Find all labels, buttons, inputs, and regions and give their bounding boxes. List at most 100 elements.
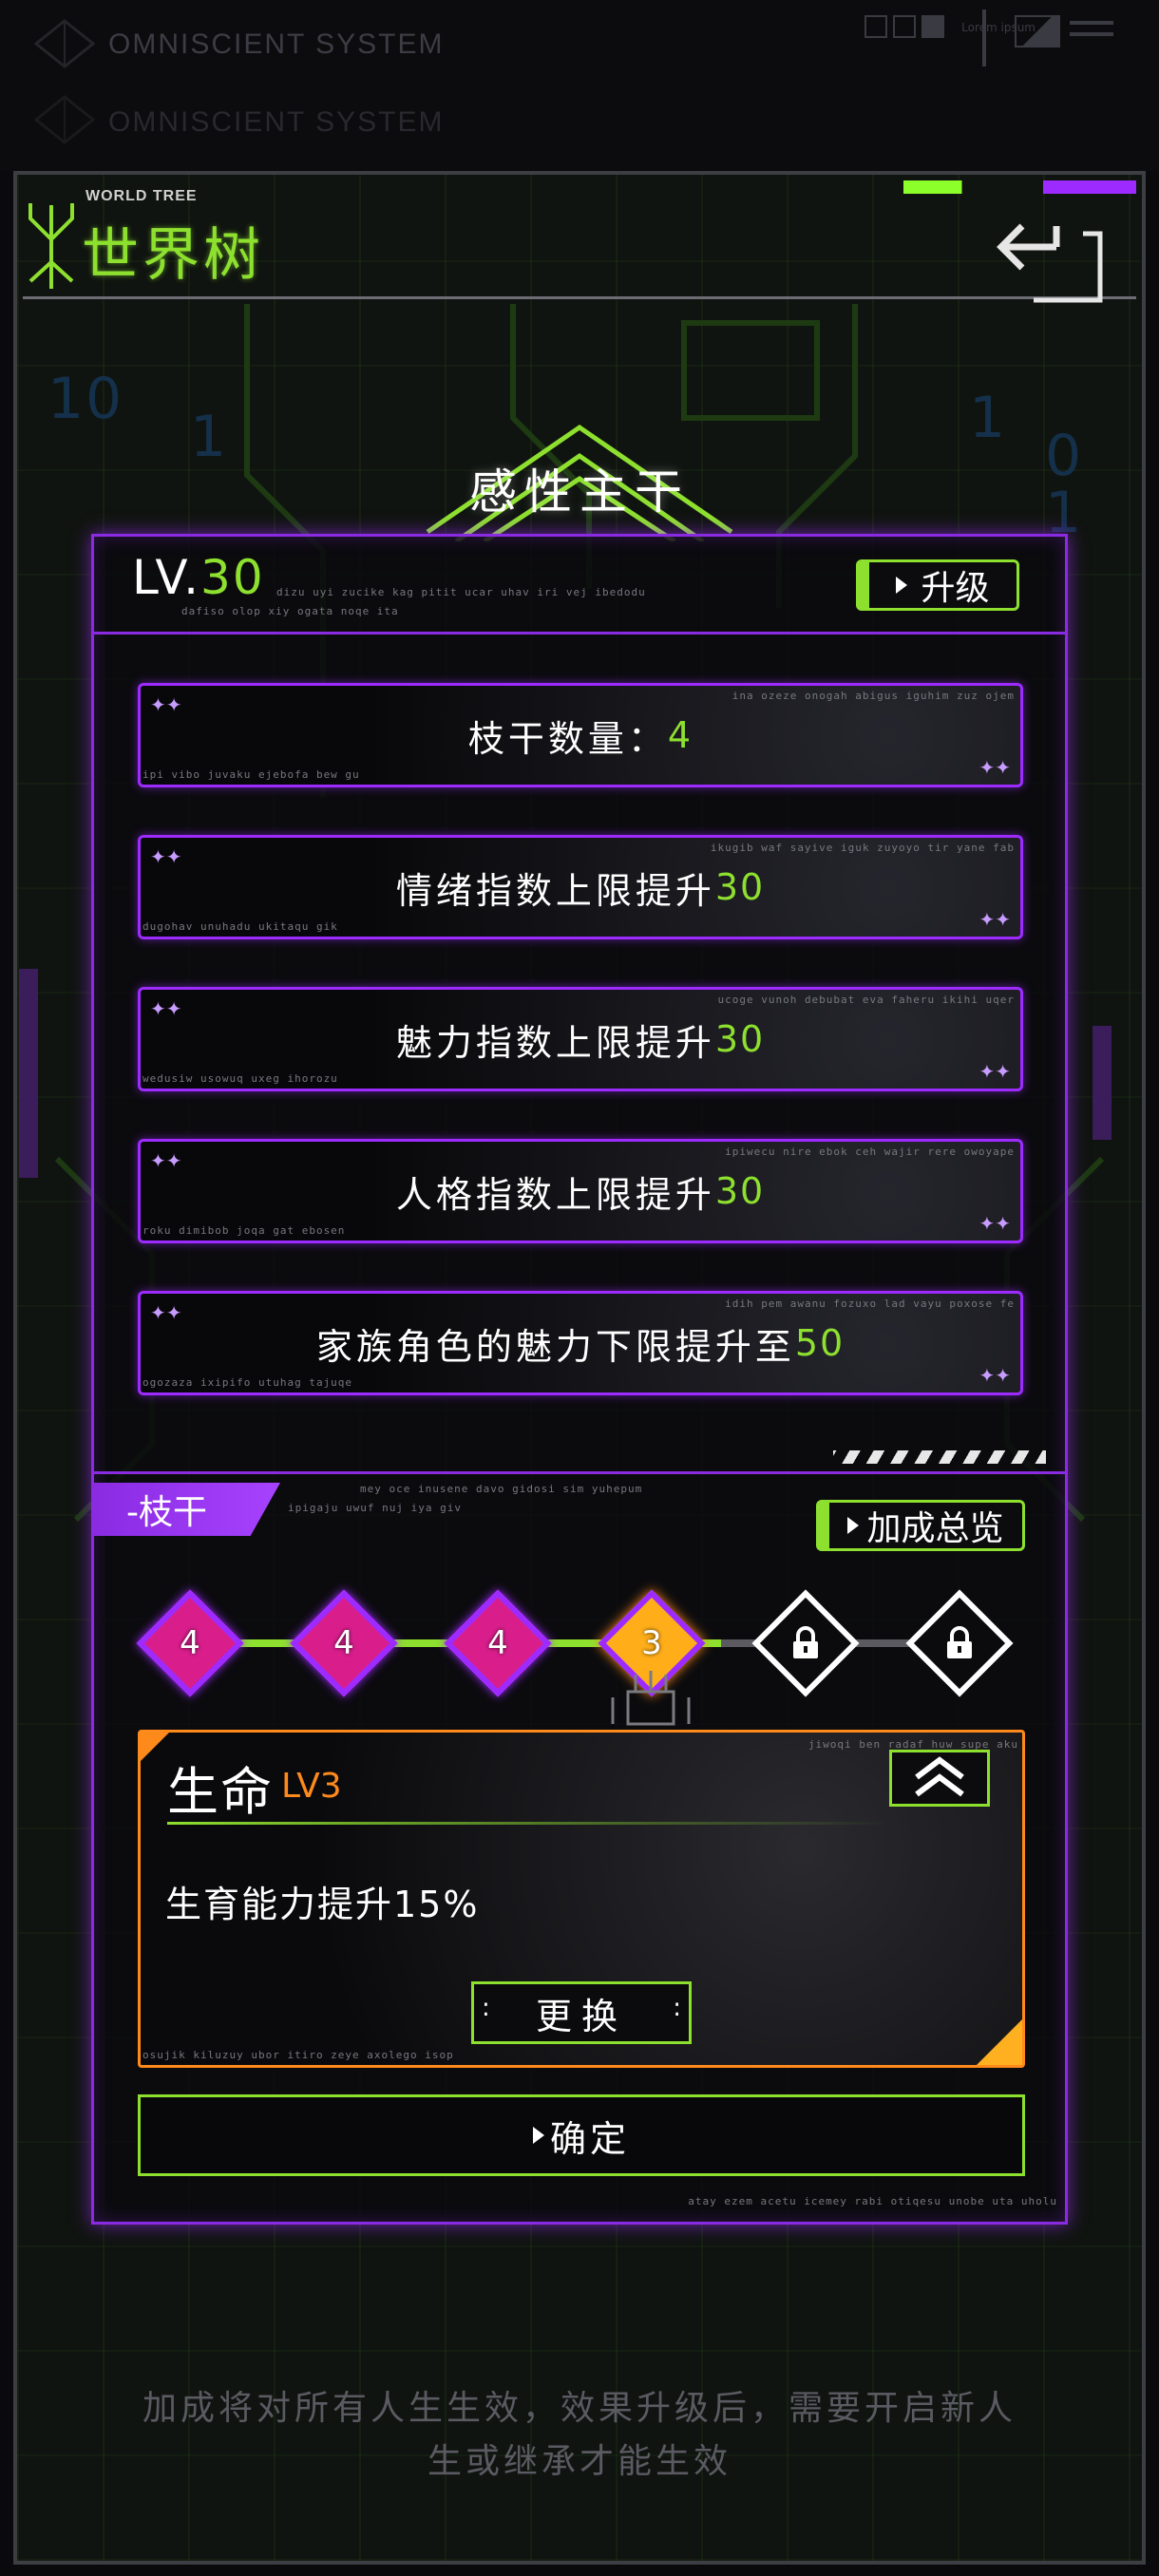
- bonus-value: 30: [714, 1018, 766, 1060]
- card-caption-bottom: osujik kiluzuy ubor itiro zeye axolego i…: [142, 2049, 454, 2061]
- lock-icon: [793, 1626, 818, 1658]
- bonus-value: 30: [714, 866, 766, 908]
- level-value: 30: [200, 550, 265, 605]
- selection-chip-icon: [611, 1671, 691, 1726]
- sparkle-icon: ✦✦: [978, 908, 1011, 931]
- bonus-item: ✦✦ ipiwecu nire ebok ceh wajir rere owoy…: [138, 1139, 1023, 1243]
- overview-label: 加成总览: [866, 1509, 1004, 1548]
- level-caption-1: dizu uyi zucike kag pitit ucar uhav iri …: [276, 586, 646, 598]
- node-level: 4: [333, 1624, 354, 1662]
- branch-caption-1: mey oce inusene davo gidosi sim yuhepum: [360, 1483, 643, 1495]
- node-level: 4: [180, 1624, 200, 1662]
- swap-button[interactable]: : 更换 :: [471, 1981, 692, 2044]
- upgrade-button[interactable]: 升级: [856, 559, 1019, 611]
- footer-note-line-2: 生或继承才能生效: [427, 2442, 732, 2481]
- system-title-echo: OMNISCIENT SYSTEM: [108, 106, 445, 138]
- level-prefix: LV.: [132, 550, 201, 605]
- bonus-item: ✦✦ ucoge vunoh debubat eva faheru ikihi …: [138, 987, 1023, 1091]
- bonus-value: 30: [714, 1170, 766, 1212]
- swap-label: 更换: [535, 1995, 627, 2037]
- sys-divider: [982, 9, 986, 66]
- level-row: LV.30 dizu uyi zucike kag pitit ucar uha…: [94, 537, 1065, 635]
- header-divider: [23, 296, 1136, 299]
- bonus-item: ✦✦ idih pem awanu fozuxo lad vayu poxose…: [138, 1291, 1023, 1395]
- bonus-caption-bottom: wedusiw usowuq uxeg ihorozu: [142, 1072, 338, 1085]
- branch-caption-2: ipigaju uwuf nuj iya giv: [288, 1502, 462, 1514]
- branch-node[interactable]: 4: [132, 1585, 248, 1701]
- confirm-label: 确定: [549, 2117, 630, 2160]
- branch-node[interactable]: 4: [440, 1585, 556, 1701]
- card-level: LV3: [281, 1767, 342, 1806]
- world-tree-label: WORLD TREE: [86, 188, 198, 204]
- level-display: LV.30: [132, 550, 265, 605]
- footer-note: 加成将对所有人生生效，效果升级后，需要开启新人 生或继承才能生效: [0, 2382, 1159, 2489]
- bonus-caption-bottom: roku dimibob joqa gat ebosen: [142, 1224, 346, 1237]
- sparkle-icon: ✦✦: [978, 1060, 1011, 1083]
- branch-node-locked[interactable]: [748, 1585, 864, 1701]
- bonus-label: 情绪指数上限提升: [395, 869, 715, 912]
- header-deco-strip: [555, 180, 1136, 194]
- svg-text:0: 0: [86, 366, 122, 432]
- bonus-label: 魅力指数上限提升: [395, 1021, 715, 1064]
- bonus-label: 人格指数上限提升: [395, 1173, 715, 1216]
- branch-tab: -枝干: [94, 1483, 280, 1536]
- back-arrow-icon: [997, 223, 1103, 303]
- panel-caption: atay ezem acetu icemey rabi otiqesu unob…: [688, 2195, 1057, 2207]
- bonus-label: 家族角色的魅力下限提升至: [315, 1325, 795, 1368]
- window-fill-icon: [922, 15, 944, 38]
- lock-icon: [947, 1626, 972, 1658]
- node-level: 4: [487, 1624, 508, 1662]
- back-button[interactable]: [977, 220, 1110, 306]
- bonus-caption-bottom: ogozaza ixipifo utuhag tajuqe: [142, 1376, 353, 1389]
- branch-tab-label: -枝干: [126, 1493, 207, 1532]
- bonus-overview-button[interactable]: 加成总览: [816, 1500, 1025, 1551]
- page-title: 世界树: [82, 222, 264, 289]
- level-caption-2: dafiso olop xiy ogata noqe ita: [181, 605, 399, 617]
- play-triangle-icon: [532, 2127, 544, 2144]
- system-logo-icon: [34, 19, 95, 68]
- double-chevron-up-icon: [915, 1756, 964, 1797]
- hazard-stripes: [833, 1450, 1046, 1464]
- bonus-item: ✦✦ ina ozeze onogah abigus iguhim zuz oj…: [138, 683, 1023, 787]
- menu-icon: [1070, 21, 1113, 25]
- system-bar: OMNISCIENT SYSTEM OMNISCIENT SYSTEM Lore…: [0, 0, 1159, 171]
- svg-text:1: 1: [969, 385, 1005, 451]
- section-title: 感性主干: [469, 464, 690, 520]
- sparkle-icon: ✦✦: [978, 1212, 1011, 1235]
- svg-text:1: 1: [48, 366, 84, 432]
- section-divider: [94, 1471, 1065, 1474]
- play-triangle-icon: [847, 1517, 860, 1534]
- main-panel: LV.30 dizu uyi zucike kag pitit ucar uha…: [91, 534, 1068, 2225]
- system-title: OMNISCIENT SYSTEM: [108, 28, 445, 60]
- swap-left-dots: :: [482, 1994, 490, 2022]
- window-box-icon: [864, 15, 887, 38]
- window-close-icon: [893, 15, 916, 38]
- sparkle-icon: ✦✦: [978, 756, 1011, 779]
- card-corner-deco: [141, 1733, 169, 1761]
- bonus-value: 4: [667, 714, 694, 756]
- bonus-label: 枝干数量：: [467, 717, 668, 760]
- header: WORLD TREE 世界树: [23, 177, 1136, 303]
- branch-node-locked[interactable]: [902, 1585, 1017, 1701]
- card-upgrade-button[interactable]: [889, 1750, 990, 1807]
- branch-detail-card: jiwoqi ben radaf huw supe aku 生命 LV3 生育能…: [138, 1730, 1025, 2068]
- bonus-value: 50: [794, 1322, 846, 1364]
- node-level: 3: [641, 1624, 662, 1662]
- card-title: 生命: [167, 1762, 274, 1822]
- bonus-item: ✦✦ ikugib waf sayive iguk zuyoyo tir yan…: [138, 835, 1023, 939]
- bonus-caption-bottom: dugohav unuhadu ukitaqu gik: [142, 920, 338, 933]
- branch-node[interactable]: 4: [286, 1585, 402, 1701]
- card-description: 生育能力提升15%: [165, 1884, 480, 1925]
- sparkle-icon: ✦✦: [978, 1364, 1011, 1387]
- card-title-underline: [167, 1822, 889, 1825]
- bonus-caption-bottom: ipi vibo juvaku ejebofa bew gu: [142, 768, 360, 781]
- system-logo-icon-echo: [34, 95, 95, 144]
- footer-note-line-1: 加成将对所有人生生效，效果升级后，需要开启新人: [142, 2389, 1016, 2428]
- signal-icon: [1015, 15, 1060, 47]
- confirm-button[interactable]: 确定: [138, 2094, 1025, 2176]
- menu-icon-line: [1070, 32, 1113, 36]
- play-triangle-icon: [896, 577, 908, 594]
- card-corner-deco: [977, 2019, 1022, 2065]
- upgrade-label: 升级: [921, 569, 990, 608]
- world-tree-icon: [28, 203, 74, 289]
